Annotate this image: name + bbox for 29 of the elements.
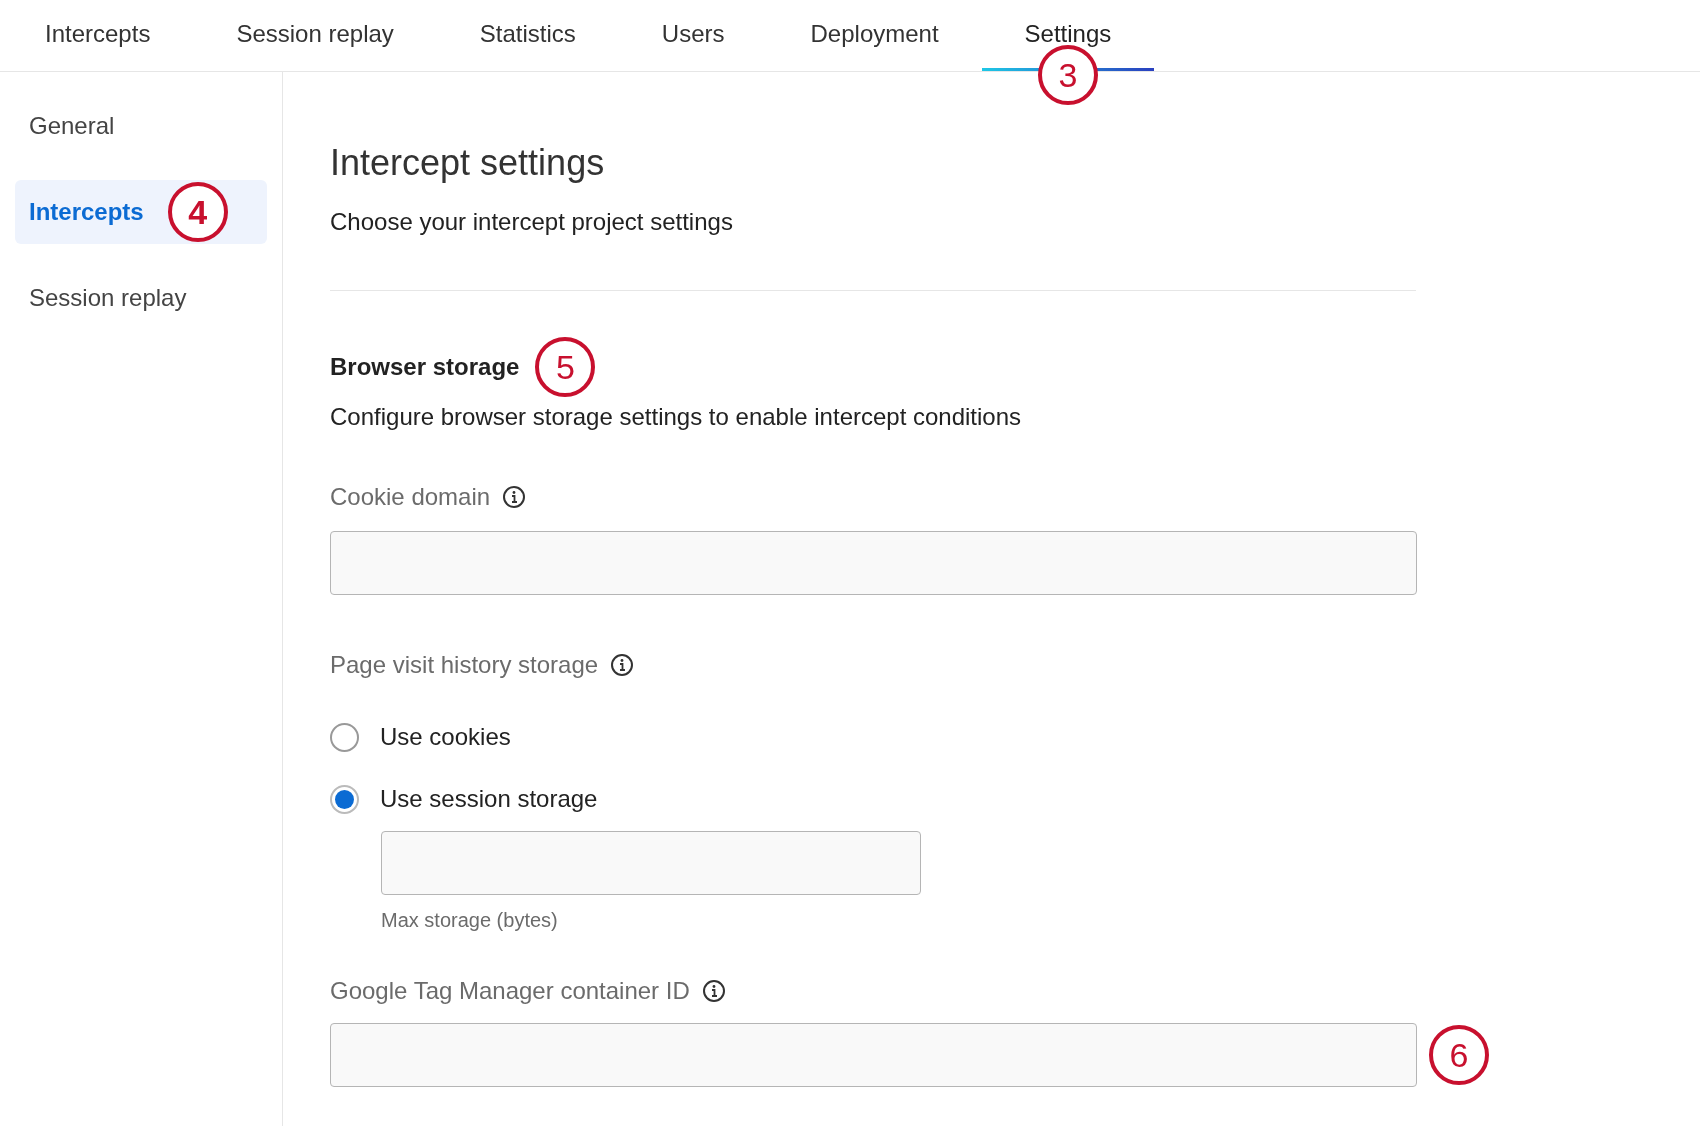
radio-button[interactable] (330, 784, 359, 814)
info-icon[interactable] (701, 979, 726, 1003)
callout-marker: 4 (167, 182, 228, 242)
tab[interactable]: Statistics (436, 0, 619, 71)
callout-marker: 6 (1429, 1025, 1489, 1085)
sidebar-item[interactable]: Intercepts 4 (15, 180, 267, 244)
page-subtitle: Choose your intercept project settings (330, 207, 734, 237)
container-id-field[interactable] (330, 1023, 1417, 1087)
cookie-domain-field[interactable] (330, 531, 1417, 595)
sidebar-item[interactable]: General (15, 94, 267, 158)
field-label: Google Tag Manager container ID (330, 976, 690, 1006)
field-caption: Max storage (bytes) (381, 908, 559, 933)
tab[interactable]: Session replay (193, 0, 437, 71)
tab[interactable]: Intercepts (2, 0, 194, 71)
max-storage-field[interactable] (381, 831, 921, 895)
info-icon[interactable] (610, 653, 635, 677)
radio-label[interactable]: Use cookies (380, 719, 511, 755)
sidebar-item[interactable]: Session replay (15, 266, 267, 330)
radio-label[interactable]: Use session storage (380, 781, 598, 817)
radio-button[interactable] (330, 722, 359, 752)
section-heading: Browser storage (330, 352, 520, 382)
section-description: Configure browser storage settings to enable intercept conditions (330, 402, 1023, 432)
info-icon[interactable] (502, 485, 527, 509)
tab[interactable]: Deployment (767, 0, 982, 71)
callout-marker: 5 (535, 337, 596, 397)
tab[interactable]: Users (618, 0, 768, 71)
field-label: Cookie domain (330, 482, 491, 512)
page-title: Intercept settings (330, 141, 606, 185)
field-label: Page visit history storage (330, 650, 599, 680)
